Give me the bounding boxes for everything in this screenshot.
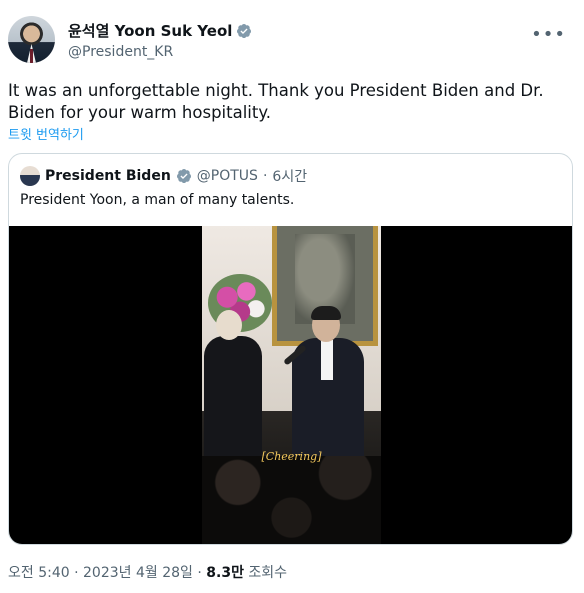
person-left-body: [204, 336, 262, 460]
quoted-tweet-header: President Biden @POTUS · 6시간: [20, 166, 307, 186]
verified-badge-icon: [237, 23, 252, 38]
quoted-tweet-time: 6시간: [272, 169, 308, 185]
quoted-tweet-text: President Yoon, a man of many talents.: [20, 192, 295, 208]
video-frame: [Cheering]: [202, 226, 381, 544]
person-singing-shirt: [321, 340, 333, 380]
quoted-author-avatar: [20, 166, 40, 186]
more-icon[interactable]: •••: [531, 24, 566, 45]
post-date[interactable]: 2023년 4월 28일: [83, 565, 193, 581]
views-count[interactable]: 8.3만: [206, 565, 244, 581]
tweet-footer: 오전 5:40 · 2023년 4월 28일 · 8.3만 조회수: [8, 562, 287, 582]
quoted-author-handle: @POTUS: [196, 168, 258, 184]
meta-separator: ·: [262, 168, 268, 184]
author-avatar[interactable]: [8, 16, 55, 63]
tweet-header: 윤석열 Yoon Suk Yeol @President_KR •••: [8, 14, 576, 66]
video-caption: [Cheering]: [261, 450, 322, 463]
author-info: 윤석열 Yoon Suk Yeol @President_KR: [68, 20, 252, 60]
tweet-text: It was an unforgettable night. Thank you…: [8, 81, 544, 122]
post-time[interactable]: 오전 5:40: [8, 565, 70, 581]
author-handle[interactable]: @President_KR: [68, 44, 252, 60]
author-name[interactable]: 윤석열 Yoon Suk Yeol: [68, 20, 232, 41]
avatar-tie: [30, 49, 33, 63]
person-singing-hair: [311, 306, 341, 320]
video-player[interactable]: [Cheering]: [9, 226, 572, 544]
person-left: [204, 310, 262, 460]
footer-separator: ·: [197, 565, 202, 581]
quoted-tweet[interactable]: President Biden @POTUS · 6시간 President Y…: [8, 153, 573, 545]
quoted-author-name: President Biden: [45, 168, 171, 184]
audience: [202, 456, 381, 544]
verified-badge-icon: [176, 169, 191, 184]
person-left-head: [216, 310, 242, 340]
translate-tweet-link[interactable]: 트윗 번역하기: [8, 124, 84, 143]
footer-separator: ·: [74, 565, 79, 581]
views-label: 조회수: [248, 565, 288, 581]
